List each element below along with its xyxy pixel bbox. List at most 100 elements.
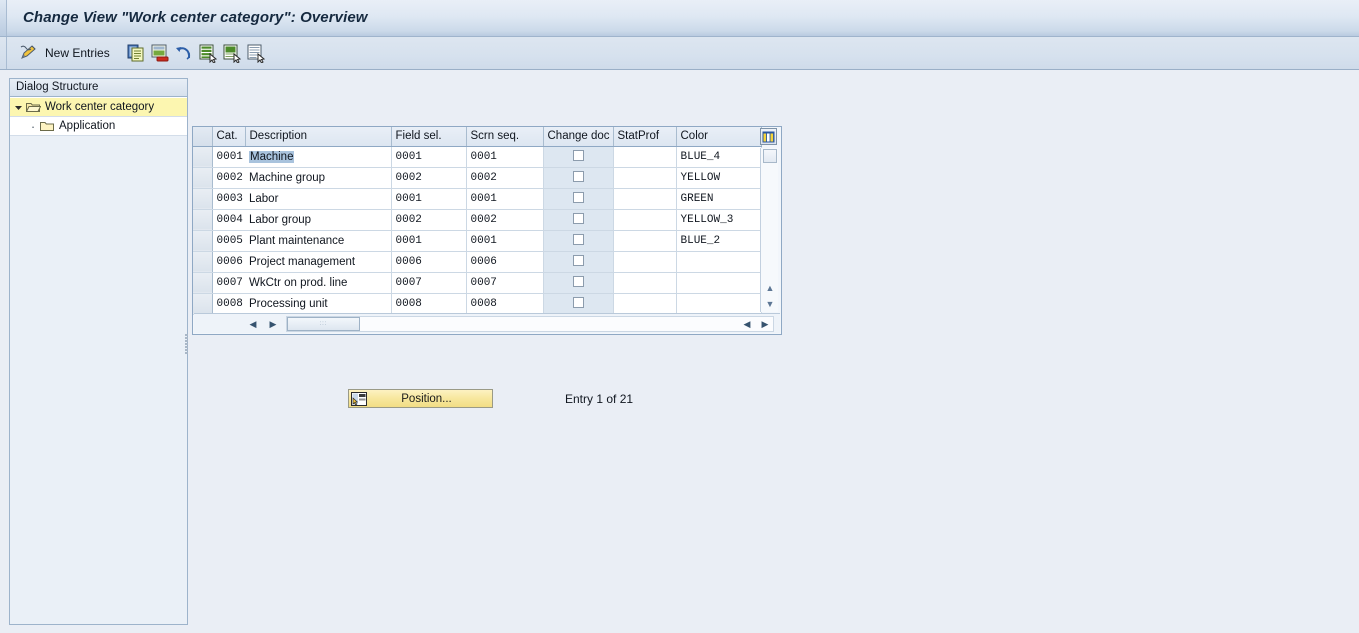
horizontal-scrollbar-thumb[interactable]: ::: [287,317,360,331]
cell-cat[interactable]: 0006 [212,251,245,273]
change-doc-checkbox[interactable] [572,171,584,183]
cell-description[interactable]: Project management [245,251,392,273]
cell-statprof[interactable] [613,209,677,231]
table-row[interactable]: 0008 Processing unit 0008 0008 [193,293,762,315]
scroll-left-icon[interactable]: ◀ [246,317,260,331]
cell-description[interactable]: Labor [245,188,392,210]
cell-cat[interactable]: 0003 [212,188,245,210]
pencil-display-change-icon[interactable] [16,42,40,64]
cell-description[interactable]: Plant maintenance [245,230,392,252]
row-select-cell[interactable] [193,251,213,273]
cell-change-doc[interactable] [543,230,614,252]
cell-color[interactable]: BLUE_2 [676,230,762,252]
cell-change-doc[interactable] [543,272,614,294]
cell-cat[interactable]: 0005 [212,230,245,252]
cell-cat[interactable]: 0007 [212,272,245,294]
scroll-page-left-icon[interactable]: ◀ [740,317,754,331]
table-settings-icon[interactable] [760,128,777,145]
cell-color[interactable]: GREEN [676,188,762,210]
column-header-color[interactable]: Color [676,127,762,147]
delete-icon[interactable] [150,43,170,63]
select-all-icon[interactable] [198,43,218,64]
cell-color[interactable]: BLUE_4 [676,146,762,168]
table-row[interactable]: 0004 Labor group 0002 0002 YELLOW_3 [193,209,762,231]
cell-field-sel[interactable]: 0008 [391,293,467,315]
cell-scrn-seq[interactable]: 0001 [466,230,544,252]
cell-cat[interactable]: 0004 [212,209,245,231]
cell-color[interactable] [676,251,762,273]
table-horizontal-scrollbar[interactable]: ◀ ▶ ::: ◀ ▶ [194,313,780,333]
row-select-cell[interactable] [193,209,213,231]
cell-scrn-seq[interactable]: 0001 [466,188,544,210]
row-select-cell[interactable] [193,230,213,252]
cell-cat[interactable]: 0001 [212,146,245,168]
cell-scrn-seq[interactable]: 0002 [466,167,544,189]
copy-as-icon[interactable] [126,43,146,63]
undo-icon[interactable] [174,43,194,63]
cell-field-sel[interactable]: 0001 [391,188,467,210]
cell-field-sel[interactable]: 0002 [391,209,467,231]
cell-cat[interactable]: 0002 [212,167,245,189]
scroll-page-right-icon[interactable]: ▶ [758,317,772,331]
cell-change-doc[interactable] [543,251,614,273]
change-doc-checkbox[interactable] [572,276,584,288]
table-row[interactable]: 0005 Plant maintenance 0001 0001 BLUE_2 [193,230,762,252]
tree-node-application[interactable]: · Application [10,117,187,136]
row-select-cell[interactable] [193,188,213,210]
cell-color[interactable] [676,272,762,294]
cell-field-sel[interactable]: 0001 [391,146,467,168]
horizontal-scrollbar-track[interactable]: ::: [286,316,774,332]
cell-scrn-seq[interactable]: 0008 [466,293,544,315]
cell-field-sel[interactable]: 0001 [391,230,467,252]
deselect-all-icon[interactable] [246,43,266,64]
table-vertical-scrollbar[interactable]: ▲ ▼ [760,148,778,312]
column-header-change-doc[interactable]: Change doc [543,127,614,147]
cell-statprof[interactable] [613,167,677,189]
column-header-scrn-seq[interactable]: Scrn seq. [466,127,544,147]
cell-field-sel[interactable]: 0002 [391,167,467,189]
column-header-select-all[interactable] [193,127,213,147]
cell-statprof[interactable] [613,251,677,273]
cell-statprof[interactable] [613,146,677,168]
table-row[interactable]: 0003 Labor 0001 0001 GREEN [193,188,762,210]
table-row[interactable]: 0007 WkCtr on prod. line 0007 0007 [193,272,762,294]
column-header-statprof[interactable]: StatProf [613,127,677,147]
cell-field-sel[interactable]: 0006 [391,251,467,273]
cell-change-doc[interactable] [543,167,614,189]
row-select-cell[interactable] [193,272,213,294]
cell-statprof[interactable] [613,230,677,252]
change-doc-checkbox[interactable] [572,213,584,225]
cell-description[interactable]: WkCtr on prod. line [245,272,392,294]
change-doc-checkbox[interactable] [572,150,584,162]
row-select-cell[interactable] [193,167,213,189]
scroll-down-icon[interactable]: ▼ [762,296,778,311]
cell-scrn-seq[interactable]: 0006 [466,251,544,273]
tree-node-work-center-category[interactable]: Work center category [10,98,187,117]
cell-description[interactable]: Machine [245,146,392,168]
column-header-description[interactable]: Description [245,127,392,147]
cell-change-doc[interactable] [543,188,614,210]
change-doc-checkbox[interactable] [572,234,584,246]
change-doc-checkbox[interactable] [572,255,584,267]
column-header-cat[interactable]: Cat. [212,127,246,147]
vertical-scrollbar-thumb[interactable] [763,149,777,163]
table-row[interactable]: 0006 Project management 0006 0006 [193,251,762,273]
select-block-icon[interactable] [222,43,242,64]
row-select-cell[interactable] [193,146,213,168]
cell-change-doc[interactable] [543,293,614,315]
cell-description[interactable]: Machine group [245,167,392,189]
cell-scrn-seq[interactable]: 0001 [466,146,544,168]
cell-color[interactable] [676,293,762,315]
row-select-cell[interactable] [193,293,213,315]
change-doc-checkbox[interactable] [572,192,584,204]
cell-description[interactable]: Labor group [245,209,392,231]
cell-scrn-seq[interactable]: 0002 [466,209,544,231]
new-entries-button[interactable]: New Entries [45,42,110,64]
cell-description[interactable]: Processing unit [245,293,392,315]
scroll-up-icon[interactable]: ▲ [762,280,778,295]
chevron-down-icon[interactable] [10,103,26,112]
cell-change-doc[interactable] [543,146,614,168]
position-button[interactable]: Position... [348,389,493,408]
table-row[interactable]: 0001 Machine 0001 0001 BLUE_4 [193,146,762,168]
cell-statprof[interactable] [613,293,677,315]
